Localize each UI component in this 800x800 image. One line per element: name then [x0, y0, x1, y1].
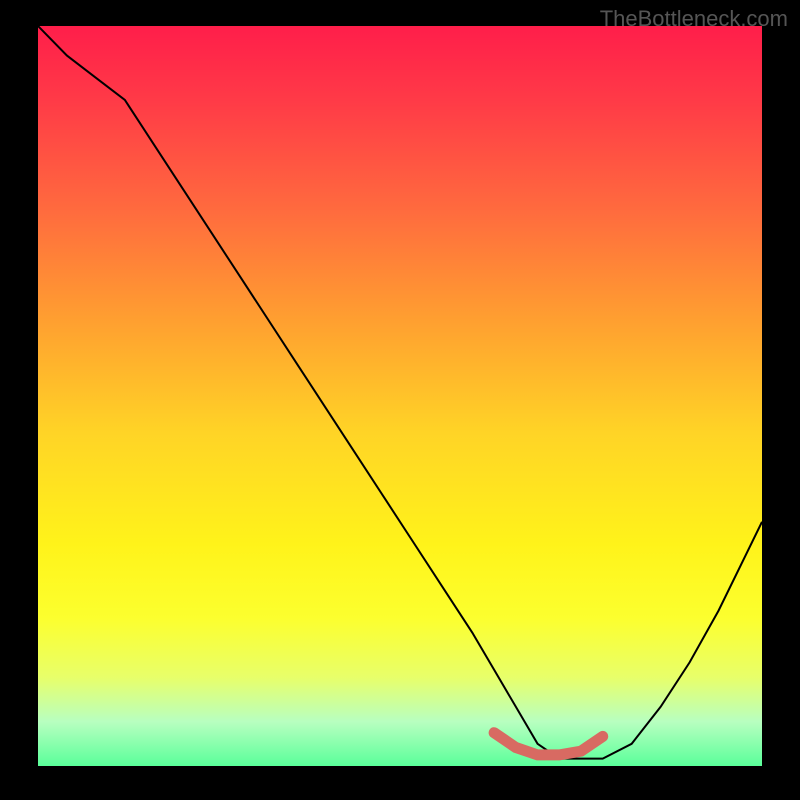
watermark-text: TheBottleneck.com [600, 6, 788, 32]
chart-highlight-segment [494, 733, 603, 755]
chart-curve [38, 26, 762, 759]
chart-svg [38, 26, 762, 766]
chart-plot-area [38, 26, 762, 766]
